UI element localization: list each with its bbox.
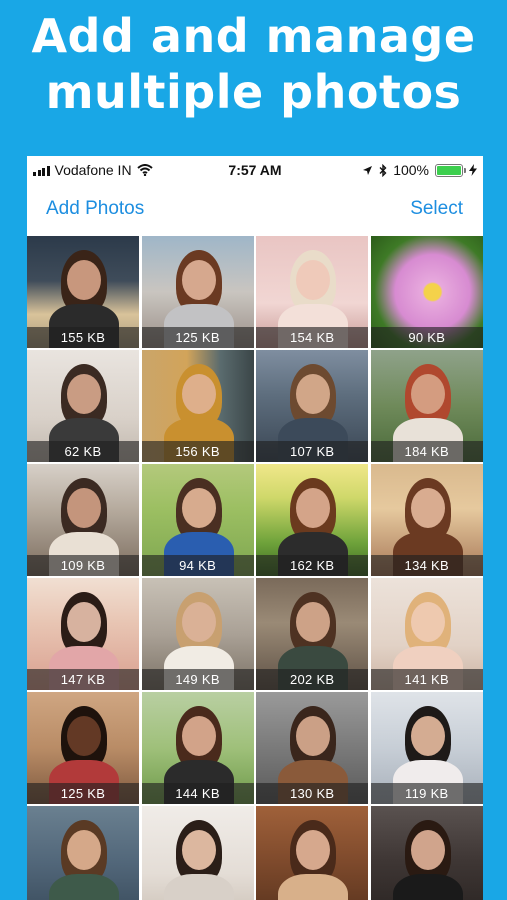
photo-size-label: 155 KB [27,327,139,348]
battery-icon [435,163,466,177]
photo-subject-face [67,374,101,414]
photo-thumbnail[interactable]: 119 KB [370,692,483,804]
photo-thumbnail[interactable]: 107 KB [256,350,369,462]
photo-subject-face [181,602,216,642]
photo-size-label: 62 KB [27,441,139,462]
bluetooth-icon [379,163,387,177]
photo-size-label: 156 KB [141,441,254,462]
photo-subject-face [410,830,445,870]
photo-thumbnail[interactable] [27,806,139,900]
status-right: 100% [362,162,477,178]
photo-subject-face [67,488,101,528]
photo-thumbnail[interactable]: 202 KB [256,578,369,690]
photo-subject-face [181,488,216,528]
charging-bolt-icon [469,164,477,176]
photo-size-label: 134 KB [370,555,483,576]
photo-subject-face [296,374,331,414]
photo-size-label: 125 KB [27,783,139,804]
photo-subject-body [392,874,463,900]
photo-subject-face [410,602,445,642]
photo-subject-face [410,488,445,528]
photo-subject-face [410,716,445,756]
photo-size-label: 119 KB [370,783,483,804]
photo-subject-face [296,830,331,870]
photo-size-label: 184 KB [370,441,483,462]
photo-size-label: 162 KB [256,555,369,576]
photo-thumbnail[interactable]: 155 KB [27,236,139,348]
photo-thumbnail[interactable] [256,806,369,900]
photo-thumbnail[interactable]: 130 KB [256,692,369,804]
photo-subject-face [296,260,331,300]
photo-subject-face [67,830,101,870]
photo-thumbnail[interactable]: 147 KB [27,578,139,690]
photo-thumbnail[interactable]: 62 KB [27,350,139,462]
photo-size-label: 147 KB [27,669,139,690]
photo-size-label: 144 KB [141,783,254,804]
photo-thumbnail[interactable]: 125 KB [27,692,139,804]
photo-size-label: 90 KB [370,327,483,348]
photo-subject-face [296,716,331,756]
photo-size-label: 125 KB [141,327,254,348]
photo-subject-face [67,602,101,642]
photo-size-label: 141 KB [370,669,483,690]
photo-subject-body [163,874,234,900]
photo-subject-face [181,716,216,756]
add-photos-button[interactable]: Add Photos [46,198,144,220]
photo-thumbnail[interactable]: 156 KB [141,350,254,462]
photo-subject-face [410,374,445,414]
photo-size-label: 130 KB [256,783,369,804]
photo-thumbnail[interactable]: 90 KB [370,236,483,348]
photo-subject-face [67,716,101,756]
photo-thumbnail[interactable]: 149 KB [141,578,254,690]
photo-thumbnail[interactable]: 162 KB [256,464,369,576]
photo-subject-body [278,874,349,900]
headline-line-1: Add and manage [31,9,476,63]
photo-size-label: 109 KB [27,555,139,576]
status-bar: Vodafone IN 7:57 AM 100% [27,156,483,184]
photo-thumbnail[interactable]: 154 KB [256,236,369,348]
photo-size-label: 107 KB [256,441,369,462]
photo-subject-face [181,830,216,870]
photo-subject-face [181,374,216,414]
photo-size-label: 149 KB [141,669,254,690]
photo-subject-body [49,874,119,900]
photo-size-label: 154 KB [256,327,369,348]
headline: Add and manage multiple photos [0,8,507,120]
photo-thumbnail[interactable]: 125 KB [141,236,254,348]
photo-thumbnail[interactable]: 109 KB [27,464,139,576]
battery-percent: 100% [393,162,429,178]
photo-thumbnail[interactable]: 184 KB [370,350,483,462]
select-button[interactable]: Select [410,198,463,220]
photo-thumbnail[interactable] [141,806,254,900]
phone-screen: Vodafone IN 7:57 AM 100% Add Photos Sele… [27,156,483,900]
photo-subject-face [67,260,101,300]
photo-size-label: 202 KB [256,669,369,690]
headline-line-2: multiple photos [45,65,462,119]
photo-subject-face [296,602,331,642]
photo-thumbnail[interactable]: 94 KB [141,464,254,576]
location-arrow-icon [363,165,373,175]
photo-thumbnail[interactable]: 141 KB [370,578,483,690]
photo-size-label: 94 KB [141,555,254,576]
photo-thumbnail[interactable]: 144 KB [141,692,254,804]
photo-thumbnail[interactable]: 134 KB [370,464,483,576]
photo-thumbnail[interactable] [370,806,483,900]
nav-bar: Add Photos Select [27,184,483,236]
photo-subject-face [296,488,331,528]
photo-grid: 155 KB 125 KB 154 KB 90 KB 62 KB 156 KB 107 KB… [27,236,483,900]
photo-subject-face [181,260,216,300]
